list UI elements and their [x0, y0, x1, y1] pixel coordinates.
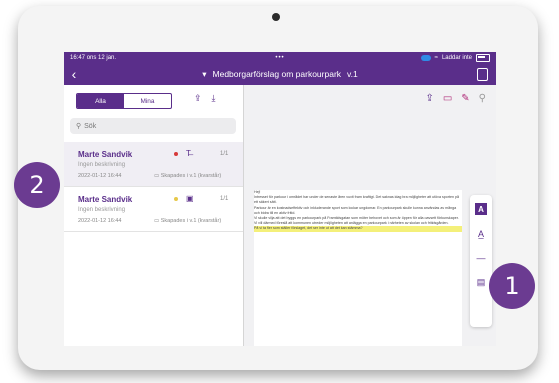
- comment-meta: ▭ Skapades i v.1 (kvarstår): [154, 218, 222, 224]
- doc-highlight: På vi ta fler som ställer förslaget, det…: [254, 226, 462, 232]
- search-placeholder: Sök: [84, 122, 97, 130]
- comment-description: Ingen beskrivning: [78, 162, 126, 168]
- screen-record-icon: [420, 54, 431, 61]
- download-icon[interactable]: ⤓: [212, 93, 216, 104]
- battery-icon: [476, 53, 490, 62]
- comment-meta: ▭ Skapades i v.1 (kvarstår): [154, 173, 222, 179]
- text-highlight-icon[interactable]: A: [475, 203, 487, 215]
- document-version: v.1: [347, 69, 358, 79]
- chevron-down-icon: ▾: [202, 68, 207, 79]
- charging-status: Laddar inte: [441, 54, 472, 61]
- status-dot: [174, 197, 178, 201]
- edit-icon[interactable]: ✎: [461, 93, 469, 104]
- wifi-icon: ≈: [434, 54, 438, 61]
- share-icon[interactable]: ⇪: [425, 93, 433, 104]
- tab-alla[interactable]: Alla: [77, 94, 124, 108]
- status-dot: [174, 152, 178, 156]
- document-info-icon[interactable]: [477, 68, 488, 81]
- comment-page: 1/1: [220, 196, 229, 202]
- status-right: ≈ Laddar inte: [420, 53, 490, 62]
- status-date: ons 12 jan.: [86, 54, 117, 61]
- app-screen: 16:47 ons 12 jan. ••• ≈ Laddar inte ‹ ▾ …: [64, 52, 496, 346]
- camera: [272, 13, 280, 21]
- document-page[interactable]: Hej! Intresset för parkour i området har…: [254, 190, 462, 346]
- status-dots: •••: [275, 54, 285, 61]
- divider: [64, 231, 243, 232]
- comment-description: Ingen beskrivning: [78, 207, 126, 213]
- annotation-toolbar: A A̲ — ▤: [470, 195, 492, 327]
- search-field[interactable]: ⚲ Sök: [70, 118, 236, 134]
- comment-date: 2022-01-12 16:44: [78, 173, 122, 179]
- main-body: Alla Mina ⇪ ⤓ ⚲ Sök Marte Sandvik T̶ 1/1…: [64, 85, 496, 346]
- comment-author: Marte Sandvik: [78, 150, 133, 159]
- search-icon: ⚲: [76, 123, 82, 130]
- comment-icon[interactable]: ▭: [443, 93, 452, 104]
- document-title: Medborgarförslag om parkourpark: [212, 69, 342, 79]
- comment-author: Marte Sandvik: [78, 195, 133, 204]
- comment-date: 2022-01-12 16:44: [78, 218, 122, 224]
- nav-bar: ‹ ▾ Medborgarförslag om parkourpark v.1: [64, 63, 496, 85]
- status-bar: 16:47 ons 12 jan. ••• ≈ Laddar inte: [64, 52, 496, 63]
- callout-badge-2: 2: [14, 162, 60, 208]
- strike-icon[interactable]: —: [477, 253, 486, 263]
- document-view: ⇪ ▭ ✎ ⚲ Hej! Intresset för parkour i omr…: [244, 85, 496, 346]
- status-time: 16:47: [70, 54, 86, 61]
- nav-title[interactable]: ▾ Medborgarförslag om parkourpark v.1: [202, 69, 358, 80]
- comment-item[interactable]: Marte Sandvik T̶ 1/1 Ingen beskrivning 2…: [64, 142, 243, 186]
- text-underline-icon[interactable]: A̲: [478, 229, 484, 239]
- strike-icon: T̶: [186, 149, 191, 158]
- document-actions: ⇪ ▭ ✎ ⚲: [425, 93, 486, 104]
- doc-paragraph: Parkour är en kostnadseffektiv och inklu…: [254, 205, 457, 215]
- doc-paragraph: Intresset för parkour i området har unde…: [254, 195, 459, 205]
- filter-segment: Alla Mina: [76, 93, 172, 109]
- status-time-date: 16:47 ons 12 jan.: [70, 55, 421, 61]
- panel-actions: ⇪ ⤓: [194, 93, 216, 104]
- note-icon[interactable]: ▤: [477, 277, 486, 288]
- tab-mina[interactable]: Mina: [124, 94, 171, 108]
- comment-item[interactable]: Marte Sandvik ▣ 1/1 Ingen beskrivning 20…: [64, 187, 243, 231]
- comment-page: 1/1: [220, 151, 229, 157]
- back-button[interactable]: ‹: [64, 66, 84, 82]
- comment-meta-text: Skapades i v.1 (kvarstår): [160, 173, 222, 179]
- share-icon[interactable]: ⇪: [194, 93, 202, 104]
- comment-panel: Alla Mina ⇪ ⤓ ⚲ Sök Marte Sandvik T̶ 1/1…: [64, 85, 244, 346]
- search-icon[interactable]: ⚲: [479, 93, 486, 104]
- callout-badge-1: 1: [489, 263, 535, 309]
- note-icon: ▣: [186, 194, 194, 203]
- comment-meta-text: Skapades i v.1 (kvarstår): [160, 218, 222, 224]
